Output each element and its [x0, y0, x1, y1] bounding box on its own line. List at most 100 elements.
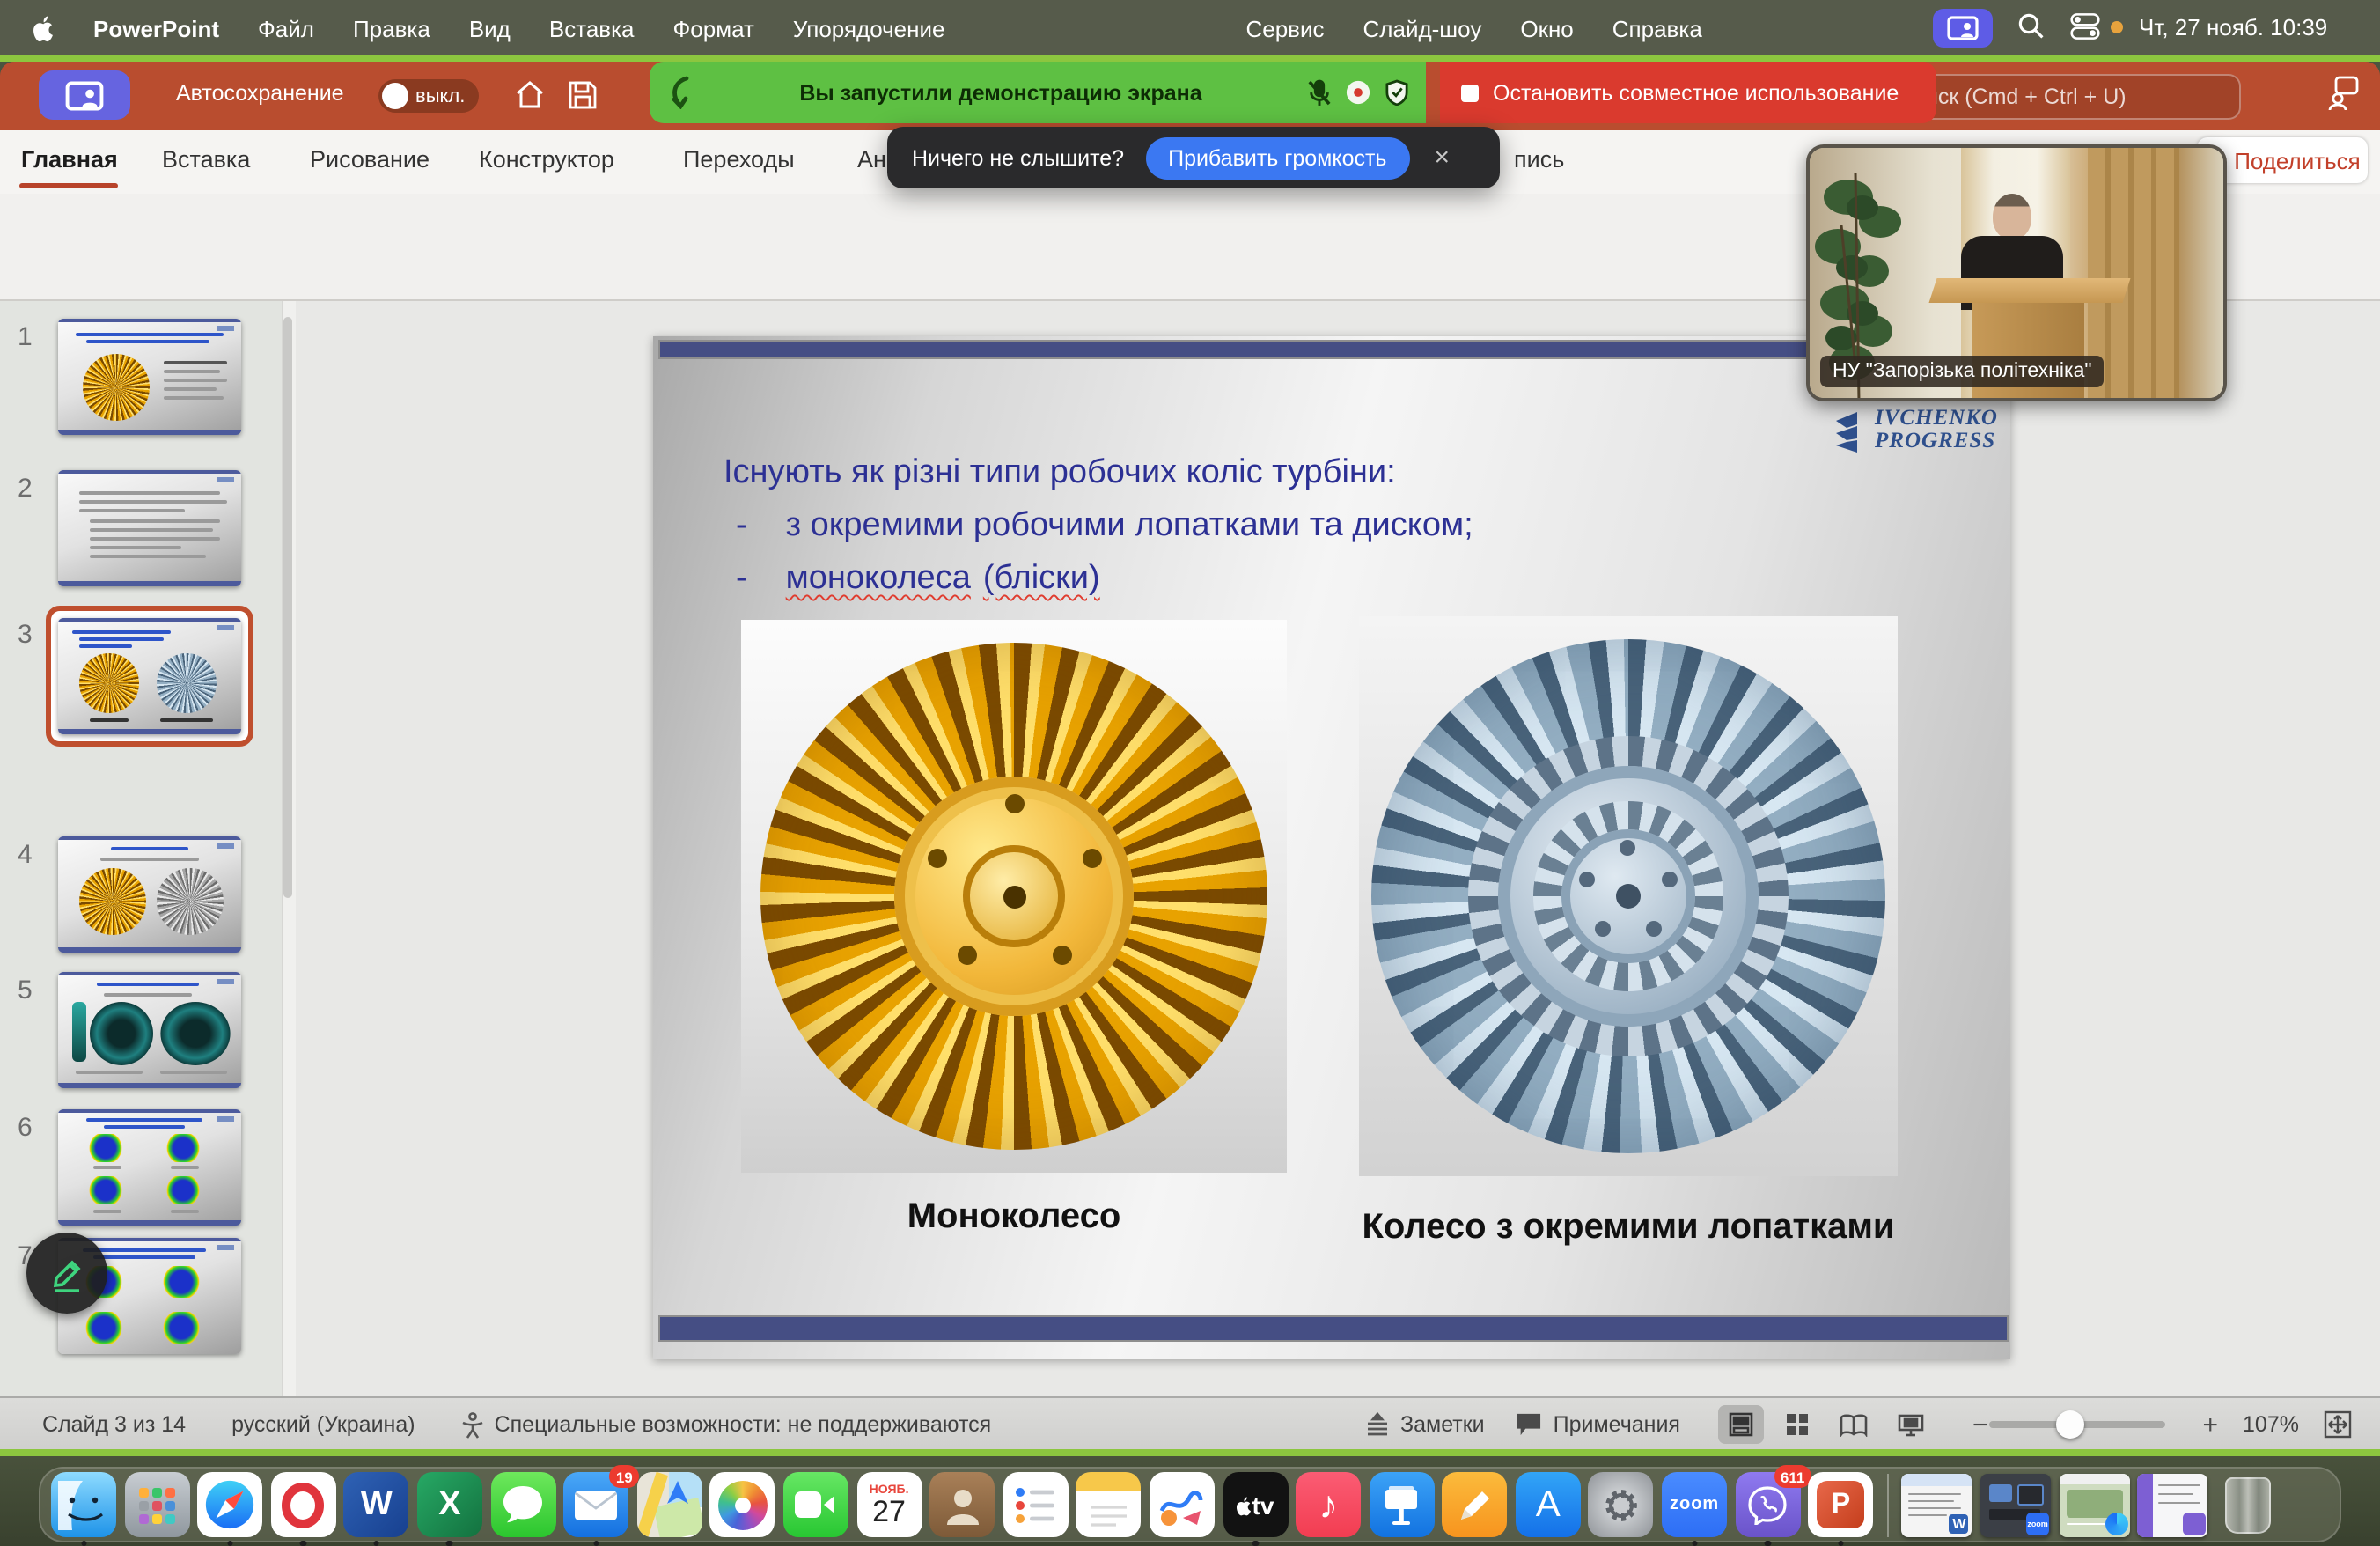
pencil-icon — [46, 1252, 88, 1294]
dock-freeform[interactable] — [1150, 1472, 1215, 1537]
accessibility-text: Специальные возможности: не поддерживают… — [495, 1412, 992, 1437]
tab-home[interactable]: Главная — [21, 146, 118, 173]
slide-canvas[interactable]: IVCHENKO PROGRESS Існують як різні типи … — [653, 336, 2010, 1359]
notes-icon[interactable] — [1363, 1412, 1390, 1437]
dock-photos[interactable] — [710, 1472, 775, 1537]
home-icon[interactable] — [514, 79, 546, 111]
control-center-icon[interactable] — [2070, 12, 2100, 40]
zoom-slider-knob[interactable] — [2056, 1410, 2084, 1439]
slide-5-thumbnail[interactable] — [58, 972, 241, 1088]
dock-messages[interactable] — [490, 1472, 555, 1537]
view-slideshow-button[interactable] — [1888, 1405, 1934, 1444]
menu-tools[interactable]: Сервис — [1245, 15, 1324, 41]
fit-slide-icon[interactable] — [2324, 1410, 2352, 1439]
dock-reminders[interactable] — [1003, 1472, 1068, 1537]
dock-viber[interactable]: 611 — [1735, 1472, 1800, 1537]
dock-excel[interactable]: X — [417, 1472, 482, 1537]
dock-mail[interactable]: 19 — [563, 1472, 628, 1537]
share-button-label: Поделиться — [2234, 147, 2361, 173]
slide-1-number: 1 — [18, 322, 33, 352]
dock-opera[interactable] — [271, 1472, 336, 1537]
dock-maps[interactable] — [637, 1472, 702, 1537]
menu-window[interactable]: Окно — [1520, 15, 1573, 41]
zoom-percentage[interactable]: 107% — [2243, 1412, 2299, 1437]
dock-minimized-word-window[interactable]: W — [1902, 1473, 1972, 1536]
comments-icon[interactable] — [1517, 1412, 1543, 1437]
slide-3-number: 3 — [18, 620, 33, 650]
menu-insert[interactable]: Вставка — [549, 15, 635, 41]
webcam-overlay[interactable]: НУ "Запорізька політехніка" — [1806, 144, 2227, 401]
apple-menu-icon[interactable] — [32, 15, 55, 41]
dock-safari[interactable] — [197, 1472, 262, 1537]
menu-clock[interactable]: Чт, 27 нояб. 10:39 — [2139, 14, 2327, 40]
annotation-pencil-button[interactable] — [26, 1233, 107, 1314]
dock-appletv[interactable]: tv — [1223, 1472, 1288, 1537]
dock-music[interactable]: ♪ — [1296, 1472, 1361, 1537]
menu-slideshow[interactable]: Слайд-шоу — [1363, 15, 1482, 41]
active-tab-underline — [19, 183, 118, 188]
dock-notes[interactable] — [1076, 1472, 1142, 1537]
zoom-out-button[interactable]: − — [1972, 1410, 1988, 1439]
dock-zoom[interactable]: zoom — [1662, 1472, 1727, 1537]
save-icon[interactable] — [567, 79, 599, 111]
menu-view[interactable]: Вид — [469, 15, 511, 41]
view-reading-button[interactable] — [1832, 1405, 1877, 1444]
slide-1-thumbnail[interactable] — [58, 319, 241, 435]
panel-scrollbar-thumb[interactable] — [283, 317, 292, 898]
caption-bladed-wheel: Колесо з окремими лопатками — [1359, 1208, 1898, 1248]
menu-format[interactable]: Формат — [673, 15, 754, 41]
tab-insert[interactable]: Вставка — [162, 146, 250, 173]
zoom-in-button[interactable]: + — [2203, 1410, 2219, 1439]
slide-3-thumbnail[interactable] — [58, 618, 241, 734]
dock-finder[interactable] — [51, 1472, 116, 1537]
slide-2-thumbnail[interactable] — [58, 470, 241, 586]
dock-launchpad[interactable] — [124, 1472, 189, 1537]
dock-settings[interactable] — [1589, 1472, 1654, 1537]
spotlight-search-icon[interactable] — [2017, 12, 2046, 40]
bladed-wheel-image[interactable] — [1359, 616, 1898, 1176]
slide-6-thumbnail[interactable] — [58, 1109, 241, 1226]
dock-minimized-zoom-window[interactable]: zoom — [1980, 1473, 2051, 1536]
monowheel-image[interactable] — [741, 620, 1287, 1173]
tab-transitions[interactable]: Переходы — [683, 146, 795, 173]
autosave-toggle[interactable]: выкл. — [378, 79, 479, 113]
dock-contacts[interactable] — [929, 1472, 995, 1537]
menu-help[interactable]: Справка — [1612, 15, 1702, 41]
dock-powerpoint[interactable]: P — [1809, 1472, 1874, 1537]
screen-sharing-pill-icon[interactable] — [39, 70, 130, 120]
popup-close-icon[interactable]: × — [1434, 143, 1450, 173]
dock-keynote[interactable] — [1369, 1472, 1434, 1537]
notes-button[interactable]: Заметки — [1400, 1412, 1485, 1437]
menu-file[interactable]: Файл — [258, 15, 314, 41]
comments-button[interactable]: Примечания — [1554, 1412, 1680, 1437]
screen-sharing-menu-icon[interactable] — [1933, 9, 1993, 48]
menu-app-name[interactable]: PowerPoint — [93, 15, 219, 41]
presenter-coach-icon[interactable] — [2327, 76, 2359, 111]
dock-word[interactable]: W — [344, 1472, 409, 1537]
volume-popup: Ничего не слышите? Прибавить громкость × — [887, 127, 1500, 188]
dock-appstore[interactable]: A — [1516, 1472, 1581, 1537]
view-sorter-button[interactable] — [1775, 1405, 1821, 1444]
dock-minimized-viber-window[interactable] — [2137, 1473, 2207, 1536]
tab-design[interactable]: Конструктор — [479, 146, 614, 173]
zoom-wordmark: zoom — [1670, 1495, 1719, 1514]
popup-question: Ничего не слышите? — [912, 145, 1124, 170]
view-normal-button[interactable] — [1719, 1405, 1765, 1444]
mail-badge: 19 — [609, 1465, 639, 1488]
menu-arrange[interactable]: Упорядочение — [793, 15, 945, 41]
dock-pages[interactable] — [1443, 1472, 1508, 1537]
dock-calendar[interactable]: НОЯБ. 27 — [856, 1472, 922, 1537]
menu-edit[interactable]: Правка — [353, 15, 430, 41]
dock-trash[interactable] — [2216, 1472, 2281, 1537]
slide-4-thumbnail[interactable] — [58, 836, 241, 953]
accessibility-icon — [461, 1411, 484, 1438]
zoom-slider[interactable] — [1989, 1421, 2165, 1428]
language-indicator[interactable]: русский (Украина) — [231, 1412, 415, 1437]
toggle-state-label: выкл. — [415, 85, 465, 107]
increase-volume-button[interactable]: Прибавить громкость — [1145, 136, 1409, 179]
dock-minimized-browser-window[interactable] — [2059, 1473, 2129, 1536]
dock-facetime[interactable] — [783, 1472, 848, 1537]
tab-draw[interactable]: Рисование — [310, 146, 430, 173]
stop-sharing-banner[interactable]: Остановить совместное использование — [1440, 62, 1936, 123]
tab-record-fragment[interactable]: пись — [1514, 146, 1564, 173]
